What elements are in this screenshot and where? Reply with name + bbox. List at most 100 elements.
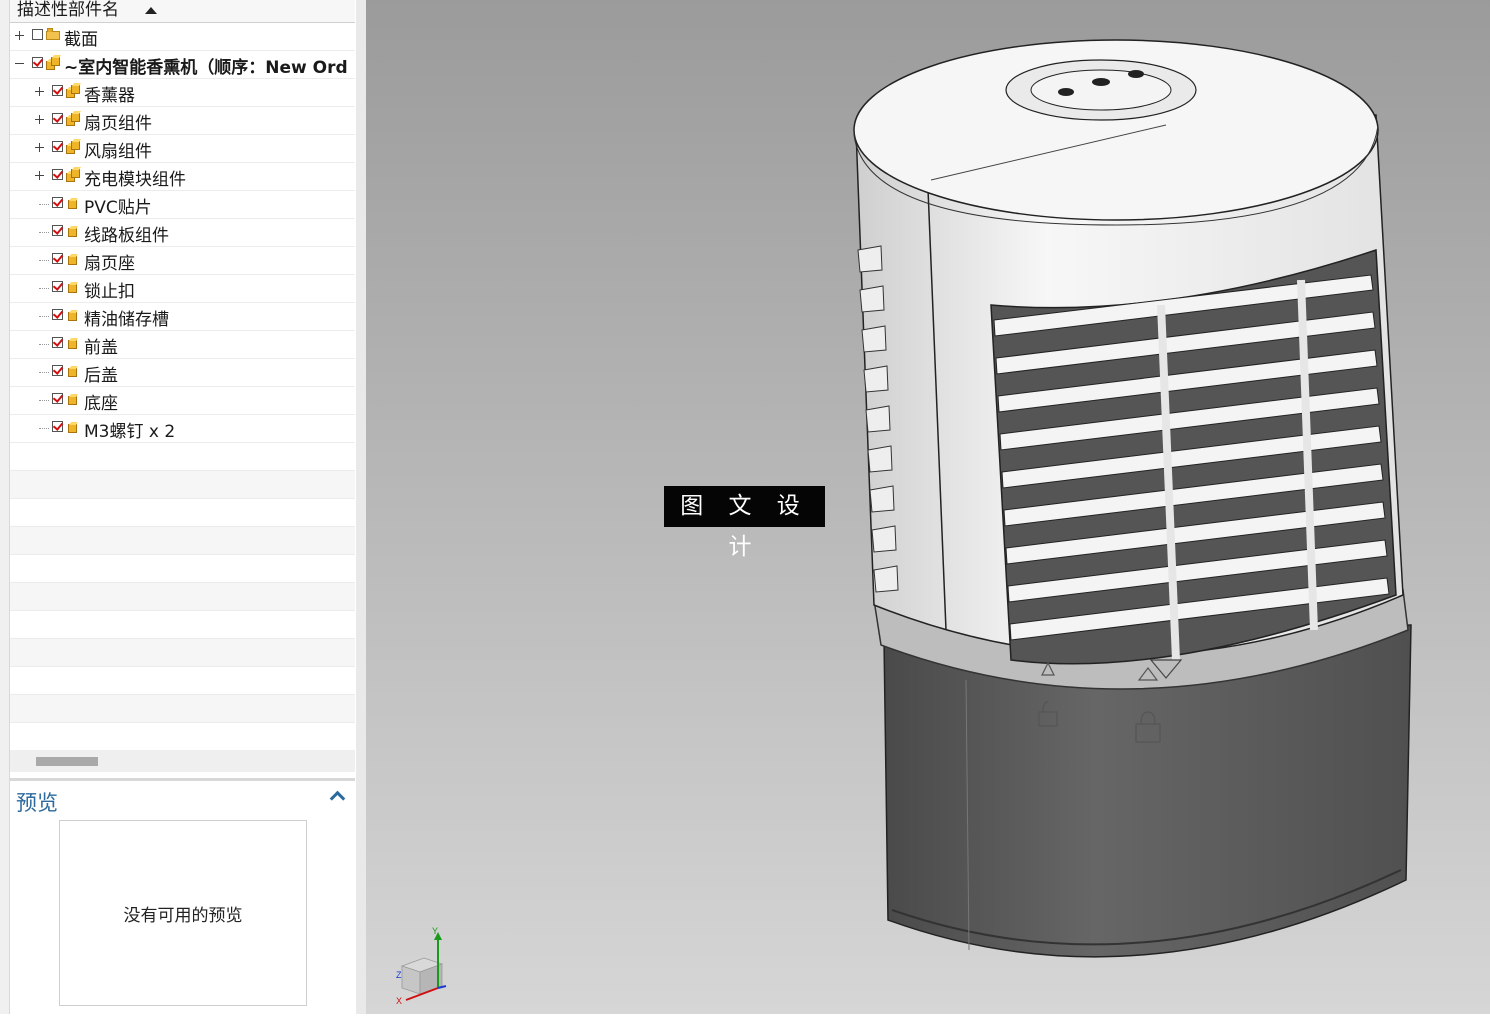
scrollbar-thumb[interactable] [36,757,98,766]
tree-connector [39,316,49,317]
expand-plus-icon[interactable] [35,87,44,96]
empty-row [10,555,355,583]
visibility-checkbox[interactable] [52,421,63,432]
tree-node[interactable]: M3螺钉 x 2 [10,415,355,443]
tree-node-label: 底座 [84,394,118,414]
empty-row [10,723,355,745]
preview-box: 没有可用的预览 [59,820,307,1006]
assembly-icon [66,140,80,154]
coordinate-triad-icon: Y X Z [396,926,447,1006]
folder-icon [46,28,60,42]
sort-ascending-icon[interactable] [145,7,157,14]
tree-node[interactable]: 截面 [10,23,355,51]
visibility-checkbox[interactable] [52,225,63,236]
assembly-icon [46,56,60,70]
resource-bar-edge[interactable] [0,0,10,1014]
visibility-checkbox[interactable] [52,365,63,376]
part-icon [66,224,80,238]
visibility-checkbox[interactable] [52,253,63,264]
visibility-checkbox[interactable] [52,169,63,180]
visibility-checkbox[interactable] [52,141,63,152]
tree-node-label: 线路板组件 [84,226,169,246]
visibility-checkbox[interactable] [32,29,43,40]
tree-node-label: 锁止扣 [84,282,135,302]
tree-node-label: M3螺钉 x 2 [84,422,176,442]
part-icon [66,336,80,350]
tree-node-label: 扇页组件 [84,114,152,134]
collapse-minus-icon[interactable] [15,59,24,68]
assembly-icon [66,84,80,98]
tree-connector [39,288,49,289]
expand-plus-icon[interactable] [35,115,44,124]
tree-node-label: PVC贴片 [84,198,152,218]
visibility-checkbox[interactable] [52,113,63,124]
tree-node[interactable]: 充电模块组件 [10,163,355,191]
part-icon [66,364,80,378]
tree-node-label: 扇页座 [84,254,135,274]
expand-plus-icon[interactable] [35,171,44,180]
tree-connector [39,204,49,205]
preview-title[interactable]: 预览 [16,787,58,817]
tree-node[interactable]: 扇页座 [10,247,355,275]
collapse-chevron-icon[interactable] [329,790,346,807]
column-header-label: 描述性部件名 [17,0,119,20]
visibility-checkbox[interactable] [52,393,63,404]
horizontal-scrollbar[interactable] [10,750,355,772]
tree-node-label: 截面 [64,30,98,50]
tree-connector [39,428,49,429]
visibility-checkbox[interactable] [52,337,63,348]
tree-connector [39,344,49,345]
part-icon [66,252,80,266]
visibility-checkbox[interactable] [52,197,63,208]
triad-x-label: X [396,996,402,1006]
tree-node[interactable]: 扇页组件 [10,107,355,135]
tree-node[interactable]: 香薰器 [10,79,355,107]
triad-z-label: Z [396,970,402,980]
tree-node[interactable]: 底座 [10,387,355,415]
visibility-checkbox[interactable] [52,309,63,320]
tree-node[interactable]: 线路板组件 [10,219,355,247]
empty-row [10,667,355,695]
tree-connector [39,400,49,401]
tree-node[interactable]: 风扇组件 [10,135,355,163]
tree-node[interactable]: ~室内智能香熏机（顺序：New Ord [10,51,355,79]
empty-row [10,611,355,639]
preview-empty-message: 没有可用的预览 [123,906,243,926]
tree-node[interactable]: 前盖 [10,331,355,359]
expand-plus-icon[interactable] [35,143,44,152]
tree-node[interactable]: 锁止扣 [10,275,355,303]
visibility-checkbox[interactable] [52,281,63,292]
empty-row [10,639,355,667]
part-icon [66,280,80,294]
tree-node-label: 前盖 [84,338,118,358]
column-header-descriptive-name[interactable]: 描述性部件名 [10,0,355,23]
watermark-label: 图 文 设 计 [664,486,825,560]
tree-node-label: 风扇组件 [84,142,152,162]
tree-node[interactable]: 后盖 [10,359,355,387]
part-icon [66,392,80,406]
tree-node-label: ~室内智能香熏机（顺序：New Ord [64,58,348,78]
expand-plus-icon[interactable] [15,31,24,40]
tree-node-label: 充电模块组件 [84,170,186,190]
tree-connector [39,372,49,373]
tree-node[interactable]: 精油储存槽 [10,303,355,331]
part-icon [66,196,80,210]
empty-row [10,443,355,471]
part-tree: 截面 ~室内智能香熏机（顺序：New Ord 香薰器扇页组件风扇组件充电模块组件 PV… [10,23,355,745]
empty-row [10,499,355,527]
preview-panel: 预览 没有可用的预览 [10,778,355,1017]
visibility-checkbox[interactable] [52,85,63,96]
triad-y-label: Y [432,926,438,936]
assembly-icon [66,112,80,126]
part-icon [66,308,80,322]
tree-node-label: 后盖 [84,366,118,386]
assembly-icon [66,168,80,182]
visibility-checkbox[interactable] [32,57,43,68]
empty-row [10,471,355,499]
graphics-viewport[interactable]: 图 文 设 计 Y X Z [366,0,1490,1014]
tree-node-label: 香薰器 [84,86,135,106]
empty-row [10,583,355,611]
tree-node[interactable]: PVC贴片 [10,191,355,219]
tree-connector [39,232,49,233]
aroma-diffuser-model[interactable] [836,20,1436,990]
